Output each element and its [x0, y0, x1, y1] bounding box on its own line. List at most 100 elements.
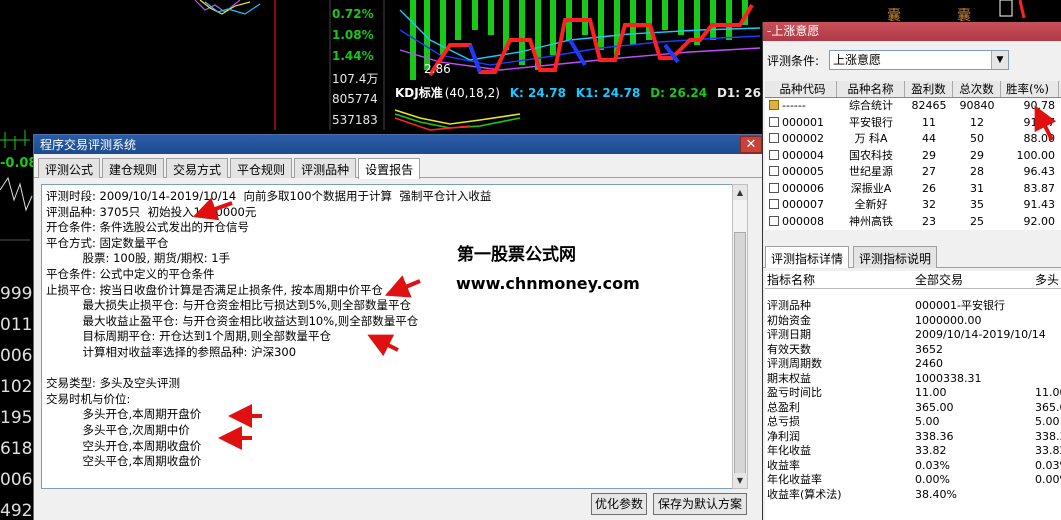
percent-label: 1.08% — [332, 28, 374, 42]
indicator-row: 总亏损 5.00 5.00 — [765, 415, 1061, 430]
save-default-button[interactable]: 保存为默认方案 — [653, 493, 747, 515]
table-row[interactable]: 000005 世纪星源 27 28 96.43 — [765, 164, 1061, 181]
stock-code: 000005 — [782, 165, 824, 178]
indicator-row: 评测品种 000001-平安银行 — [765, 299, 1061, 314]
price-tick: 102 — [0, 377, 33, 397]
percent-label: 1.44% — [332, 49, 374, 63]
tab-indicator-description[interactable]: 评测指标说明 — [853, 246, 938, 268]
scroll-down-icon[interactable]: ▼ — [733, 473, 747, 488]
table-cell: 深振业A — [850, 181, 892, 195]
indicator-row: 盈亏时间比 11.00 11.00 — [765, 386, 1061, 401]
stock-code: 000002 — [782, 132, 824, 145]
indicator-header: 指标名称 全部交易 多头 — [765, 271, 1061, 289]
table-cell: 44 — [922, 132, 936, 145]
indicator-cell: 0.03% — [915, 458, 950, 472]
table-cell: 31 — [970, 181, 984, 195]
tab-trade-mode[interactable]: 交易方式 — [166, 158, 229, 178]
volume-scale: 107.4万 805774 537183 — [332, 70, 384, 134]
column-header: 指标名称 — [767, 273, 816, 287]
table-row[interactable]: 000008 神州高铁 23 25 92.00 — [765, 213, 1061, 231]
price-tick: 006 — [0, 470, 33, 490]
indicator-cell: 盈亏时间比 — [767, 386, 822, 399]
watermark-site-name: 第一股票公式网 — [457, 245, 576, 265]
result-panel-title: -上涨意愿 — [763, 22, 1061, 41]
tab-indicator-details[interactable]: 评测指标详情 — [765, 246, 850, 268]
stock-code: 000008 — [782, 214, 824, 228]
table-row[interactable]: 000001 平安银行 11 12 91.67 — [765, 114, 1061, 131]
table-row[interactable]: 000004 国农科技 29 29 100.00 — [765, 147, 1061, 164]
column-header[interactable]: 盈利数 — [905, 81, 953, 97]
stock-code: ------ — [782, 99, 806, 112]
checkbox-icon[interactable] — [769, 133, 779, 143]
price-tick: 492 — [0, 501, 33, 520]
tab-open-rules[interactable]: 建仓规则 — [102, 158, 165, 178]
dialog-titlebar[interactable]: 程序交易评测系统 ✕ — [34, 135, 762, 154]
optimize-params-button[interactable]: 优化参数 — [591, 493, 647, 515]
checkbox-icon[interactable] — [769, 149, 779, 160]
indicator-cell: 有效天数 — [767, 342, 811, 356]
scroll-thumb[interactable] — [734, 232, 746, 482]
report-scrollbar[interactable]: ▲ ▼ — [732, 184, 748, 489]
tab-instruments[interactable]: 评测品种 — [294, 158, 357, 178]
indicator-cell: 3652 — [915, 342, 943, 356]
top-right-candle — [999, 0, 1013, 17]
indicator-row: 期末权益 1000338.31 — [765, 372, 1061, 387]
tab-report-settings[interactable]: 设置报告 — [358, 158, 421, 179]
chevron-down-icon[interactable]: ▼ — [991, 51, 1008, 69]
report-line: 平仓方式: 固定数量平仓 — [46, 235, 169, 250]
indicator-cell: 净利润 — [767, 429, 800, 443]
stock-code-cell: 000005 — [765, 164, 837, 181]
column-header[interactable]: 品种名称 — [837, 81, 905, 97]
tab-formula[interactable]: 评测公式 — [38, 158, 101, 178]
indicator-cell: 11.00 — [915, 386, 947, 399]
table-row[interactable]: ------ 综合统计 82465 90840 90.78 — [765, 98, 1061, 115]
column-header[interactable]: 胜率(%) — [1001, 81, 1059, 97]
column-header[interactable]: 品种代码 — [765, 81, 837, 97]
indicator-cell: 1000338.31 — [915, 371, 982, 385]
stock-code-cell: 000008 — [765, 214, 837, 231]
stock-code: 000001 — [782, 115, 824, 129]
scroll-up-icon[interactable]: ▲ — [733, 185, 747, 200]
close-icon[interactable]: ✕ — [740, 136, 762, 153]
indicator-cell: 1000000.00 — [915, 313, 982, 327]
report-line: 多头开仓,本周期开盘价 — [46, 407, 202, 422]
kdj-k: K: 24.78 — [509, 86, 566, 100]
table-cell: 100.00 — [1016, 148, 1056, 162]
indicator-cell: 0.03% — [1035, 458, 1061, 472]
tab-close-rules[interactable]: 平仓规则 — [230, 158, 293, 178]
table-cell: 全新好 — [854, 198, 888, 211]
table-row[interactable]: 000006 深振业A 26 31 83.87 — [765, 180, 1061, 197]
folder-icon[interactable] — [769, 100, 779, 110]
report-text-area[interactable]: 评测时段: 2009/10/14-2019/10/14 向前多取100个数据用于… — [41, 184, 735, 489]
price-tick: 618 — [0, 439, 33, 459]
stock-code: 000006 — [782, 181, 824, 195]
checkbox-icon[interactable] — [769, 166, 779, 176]
report-line: 股票: 100股, 期货/期权: 1手 — [46, 251, 231, 266]
condition-select[interactable]: 上涨意愿 ▼ — [829, 50, 1009, 70]
indicator-row: 年化收益率 0.00% 0.00% — [765, 473, 1061, 488]
report-line: 计算相对收益率选择的参照品种: 沪深300 — [46, 345, 297, 359]
indicator-cell — [1035, 328, 1061, 343]
column-header[interactable]: 总次数 — [953, 81, 1001, 97]
report-line: 评测品种: 3705只 初始投入1000000元 — [46, 204, 257, 219]
volume-label: 805774 — [332, 92, 378, 106]
percent-label: 0.72% — [332, 7, 374, 21]
indicator-cell — [1035, 372, 1061, 387]
table-cell: 国农科技 — [849, 148, 893, 162]
checkbox-icon[interactable] — [769, 215, 779, 226]
percent-scale: 0.72% 1.08% 1.44% 107.4万 805774 537183 — [332, 0, 384, 134]
detail-tabs: 评测指标详情 评测指标说明 — [763, 244, 1061, 268]
indicator-cell: 年化收益 — [767, 444, 811, 457]
checkbox-icon[interactable] — [769, 182, 779, 193]
table-row[interactable]: 000002 万 科A 44 50 88.00 — [765, 131, 1061, 148]
stock-code: 000007 — [782, 198, 824, 211]
indicator-cell: 收益率(算术法) — [767, 487, 842, 501]
indicator-row: 总盈利 365.00 365.0 — [765, 401, 1061, 416]
result-table-header: 品种代码 品种名称 盈利数 总次数 胜率(%) — [765, 81, 1061, 98]
table-cell: 90840 — [959, 99, 995, 112]
checkbox-icon[interactable] — [769, 199, 779, 209]
indicator-cell: 33.82 — [915, 444, 947, 457]
volume-label: 537183 — [332, 113, 378, 127]
table-row[interactable]: 000007 全新好 32 35 91.43 — [765, 197, 1061, 214]
checkbox-icon[interactable] — [769, 116, 779, 127]
